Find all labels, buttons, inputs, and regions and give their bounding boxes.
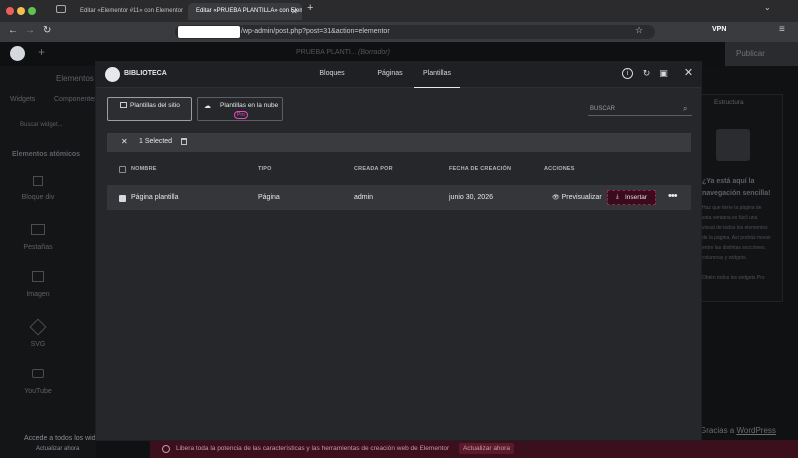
selection-bar: ✕ 1 Selected bbox=[107, 133, 691, 152]
promo-update-button[interactable]: Actualizar ahora bbox=[458, 443, 514, 454]
elementor-logo-icon[interactable] bbox=[10, 46, 25, 61]
structure-body-3: visual de todos los elementos bbox=[702, 225, 768, 231]
structure-body-6: columnas y widgets. bbox=[702, 255, 748, 261]
structure-title: Estructura bbox=[714, 99, 744, 106]
pro-badge: Pro bbox=[234, 111, 248, 119]
info-circle-icon[interactable]: i bbox=[622, 68, 633, 79]
template-name[interactable]: Página plantilla bbox=[131, 194, 178, 201]
template-date: junio 30, 2026 bbox=[449, 194, 493, 201]
structure-body-4: de la página. Así podrás mover bbox=[702, 235, 771, 241]
template-type: Página bbox=[258, 194, 280, 201]
structure-panel: Estructura ¿Ya está aquí la navegación s… bbox=[701, 94, 783, 302]
browser-tab-1[interactable]: Editar «Elementor #11» con Elementor bbox=[72, 3, 186, 20]
download-icon: ⤓ bbox=[616, 194, 619, 200]
insert-button[interactable]: ⤓ Insertar bbox=[607, 190, 656, 205]
promo-banner: Libera toda la potencia de las caracterí… bbox=[150, 440, 798, 458]
sidebar-tab-widgets[interactable]: Widgets bbox=[10, 96, 35, 103]
tab-plantillas[interactable]: Plantillas bbox=[414, 62, 460, 88]
library-title: BIBLIOTECA bbox=[124, 70, 167, 77]
clear-selection-icon[interactable]: ✕ bbox=[121, 137, 128, 146]
more-options-icon[interactable]: ••• bbox=[668, 190, 678, 202]
image-icon bbox=[32, 271, 44, 282]
menu-icon[interactable]: ≡ bbox=[779, 24, 785, 35]
sidebar-tab-components[interactable]: Componentes bbox=[54, 96, 98, 103]
column-header-date[interactable]: FECHA DE CREACIÓN bbox=[449, 166, 511, 172]
back-icon[interactable]: ← bbox=[8, 25, 18, 36]
bookmark-star-icon[interactable]: ☆ bbox=[635, 25, 643, 36]
column-header-author[interactable]: CREADA POR bbox=[354, 166, 393, 172]
tab-close-icon[interactable]: ✕ bbox=[291, 3, 298, 20]
eye-icon: 👁 bbox=[552, 195, 560, 201]
add-element-icon[interactable]: + bbox=[38, 45, 45, 59]
editor-sidebar: Elementos Widgets Componentes Buscar wid… bbox=[0, 66, 98, 458]
access-all-widgets-text: Accede a todos los wid bbox=[24, 435, 96, 442]
widget-search-input[interactable]: Buscar widget... bbox=[20, 122, 63, 128]
widget-youtube[interactable]: YouTube bbox=[16, 369, 60, 427]
column-header-actions: ACCIONES bbox=[544, 166, 575, 172]
tabs-icon bbox=[31, 224, 45, 235]
site-templates-button[interactable]: Plantillas del sitio bbox=[107, 97, 192, 121]
browser-tab-2[interactable]: Editar «PRUEBA PLANTILLA» con Elementor bbox=[188, 3, 302, 20]
elementor-library-logo-icon bbox=[105, 67, 120, 82]
column-header-name[interactable]: NOMBRE bbox=[131, 166, 157, 172]
search-icon[interactable]: ⌕ bbox=[683, 104, 687, 114]
vpn-badge[interactable]: VPN bbox=[712, 26, 726, 33]
url-field[interactable]: /wp-admin/post.php?post=31&action=elemen… bbox=[175, 25, 655, 39]
footer-credit: Gracias a WordPress bbox=[700, 426, 776, 435]
save-icon[interactable]: ▣ bbox=[658, 68, 669, 79]
reload-icon[interactable]: ↻ bbox=[43, 25, 51, 36]
doc-title[interactable]: PRUEBA PLANTI... bbox=[296, 49, 357, 56]
info-icon bbox=[162, 445, 170, 453]
wordpress-link[interactable]: WordPress bbox=[736, 426, 775, 435]
trash-icon[interactable] bbox=[181, 138, 187, 145]
select-all-checkbox[interactable] bbox=[119, 166, 126, 173]
close-window-button[interactable] bbox=[6, 7, 14, 15]
structure-headline-2: navegación sencilla! bbox=[702, 190, 771, 197]
structure-headline-1: ¿Ya está aquí la bbox=[702, 178, 755, 185]
update-now-link[interactable]: Actualizar ahora bbox=[36, 446, 79, 452]
folder-icon bbox=[120, 102, 127, 108]
close-icon[interactable]: ✕ bbox=[683, 68, 694, 79]
forward-icon[interactable]: → bbox=[25, 25, 35, 36]
publish-button[interactable]: Publicar bbox=[725, 42, 798, 66]
maximize-window-button[interactable] bbox=[28, 7, 36, 15]
template-author: admin bbox=[354, 194, 374, 201]
structure-pro-link[interactable]: Obtén todos los widgets Pro bbox=[702, 275, 765, 281]
tab-paginas[interactable]: Páginas bbox=[370, 62, 410, 88]
column-header-type[interactable]: TIPO bbox=[258, 166, 272, 172]
chevron-down-icon[interactable]: ⌄ bbox=[764, 3, 771, 12]
row-checkbox[interactable] bbox=[119, 195, 126, 202]
cloud-templates-button[interactable]: ☁ Plantillas en la nube Pro bbox=[197, 97, 283, 121]
redacted-domain bbox=[178, 26, 240, 38]
tab-bloques[interactable]: Bloques bbox=[312, 62, 352, 88]
cloud-icon: ☁ bbox=[204, 103, 211, 110]
structure-body-2: esta ventana es fácil una bbox=[702, 215, 758, 221]
sidebar-title: Elementos bbox=[56, 74, 94, 83]
minimize-window-button[interactable] bbox=[17, 7, 25, 15]
selected-count: 1 Selected bbox=[139, 138, 173, 145]
tab-overview-icon[interactable] bbox=[56, 5, 66, 13]
structure-body-5: entre las distintas secciones, bbox=[702, 245, 766, 251]
youtube-icon bbox=[32, 369, 44, 378]
sync-icon[interactable]: ↻ bbox=[641, 68, 652, 79]
preview-button[interactable]: 👁 Previsualizar bbox=[552, 194, 602, 201]
library-search-input[interactable]: BUSCAR bbox=[588, 103, 692, 116]
structure-body-1: Haz que tiene la página de bbox=[702, 205, 762, 211]
svg-icon bbox=[29, 318, 47, 336]
browser-tab-bar: Editar «Elementor #11» con Elementor Edi… bbox=[0, 0, 798, 22]
div-block-icon bbox=[33, 176, 43, 186]
structure-illustration bbox=[716, 129, 750, 161]
table-row[interactable] bbox=[107, 185, 691, 210]
section-title: Elementos atómicos bbox=[12, 151, 81, 158]
new-tab-icon[interactable]: + bbox=[307, 2, 313, 14]
doc-status: (Borrador) bbox=[358, 49, 390, 56]
